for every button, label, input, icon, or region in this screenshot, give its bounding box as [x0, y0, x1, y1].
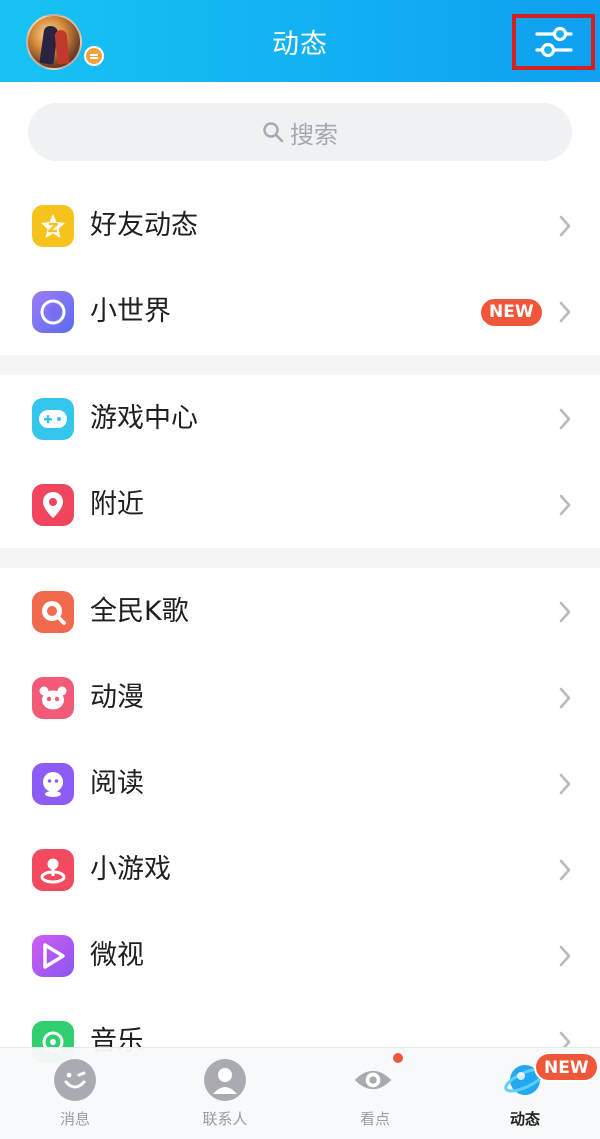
list-item-label: 小世界 — [90, 296, 171, 327]
chevron-right-icon — [559, 773, 571, 795]
list-item-karaoke[interactable]: 全民K歌 — [0, 569, 600, 655]
chevron-right-icon — [559, 601, 571, 623]
page-title: 动态 — [272, 29, 328, 60]
list-item-anime[interactable]: 动漫 — [0, 655, 600, 741]
search-placeholder: 搜索 — [290, 120, 338, 149]
nav-label: 看点 — [359, 1110, 390, 1128]
mini-game-icon — [32, 849, 74, 891]
karaoke-icon — [32, 591, 74, 633]
search-icon — [263, 122, 284, 143]
chevron-right-icon — [559, 408, 571, 430]
list-item-label: 动漫 — [90, 682, 144, 713]
nav-tab-kandian[interactable]: 看点 — [300, 1048, 450, 1139]
game-controller-icon — [32, 398, 74, 440]
list-item-label: 全民K歌 — [90, 596, 189, 627]
search-bar[interactable]: 搜索 — [28, 103, 572, 161]
list-item-weishi[interactable]: 微视 — [0, 913, 600, 999]
list-item-label: 附近 — [90, 489, 144, 520]
settings-button[interactable] — [512, 14, 595, 70]
friend-feed-icon — [32, 205, 74, 247]
nav-label: 动态 — [509, 1110, 540, 1128]
nav-tab-contacts[interactable]: 联系人 — [150, 1048, 300, 1139]
header-bar: 动态 — [0, 0, 600, 82]
list-item-mini-game[interactable]: 小游戏 — [0, 827, 600, 913]
reading-icon — [32, 763, 74, 805]
new-badge: NEW — [481, 299, 542, 326]
new-badge: NEW — [534, 1052, 599, 1082]
chevron-right-icon — [559, 687, 571, 709]
nav-tab-messages[interactable]: 消息 — [0, 1048, 150, 1139]
list-item-reading[interactable]: 阅读 — [0, 741, 600, 827]
nav-label: 消息 — [59, 1110, 90, 1128]
play-icon — [32, 935, 74, 977]
list-item-small-world[interactable]: 小世界 NEW — [0, 269, 600, 355]
section-divider — [0, 548, 600, 568]
list-item-label: 阅读 — [90, 768, 144, 799]
list-item-game-center[interactable]: 游戏中心 — [0, 376, 600, 462]
chevron-right-icon — [559, 215, 571, 237]
list-item-label: 游戏中心 — [90, 403, 198, 434]
list-item-label: 好友动态 — [90, 210, 198, 241]
bottom-nav: 消息 联系人 看点 动态 — [0, 1047, 600, 1139]
sliders-icon — [534, 26, 573, 58]
small-world-icon — [32, 291, 74, 333]
chevron-right-icon — [559, 945, 571, 967]
chevron-right-icon — [559, 301, 571, 323]
list-item-nearby[interactable]: 附近 — [0, 462, 600, 548]
nav-label: 联系人 — [202, 1110, 248, 1128]
notification-dot — [391, 1051, 405, 1065]
eye-icon — [354, 1070, 392, 1090]
list-item-label: 微视 — [90, 940, 144, 971]
section-divider — [0, 355, 600, 375]
list-item-friend-feed[interactable]: 好友动态 — [0, 183, 600, 269]
chevron-right-icon — [559, 859, 571, 881]
contacts-icon — [204, 1059, 246, 1101]
list-item-label: 小游戏 — [90, 854, 171, 885]
location-pin-icon — [32, 484, 74, 526]
message-icon — [54, 1059, 96, 1101]
chevron-right-icon — [559, 494, 571, 516]
panda-icon — [32, 677, 74, 719]
